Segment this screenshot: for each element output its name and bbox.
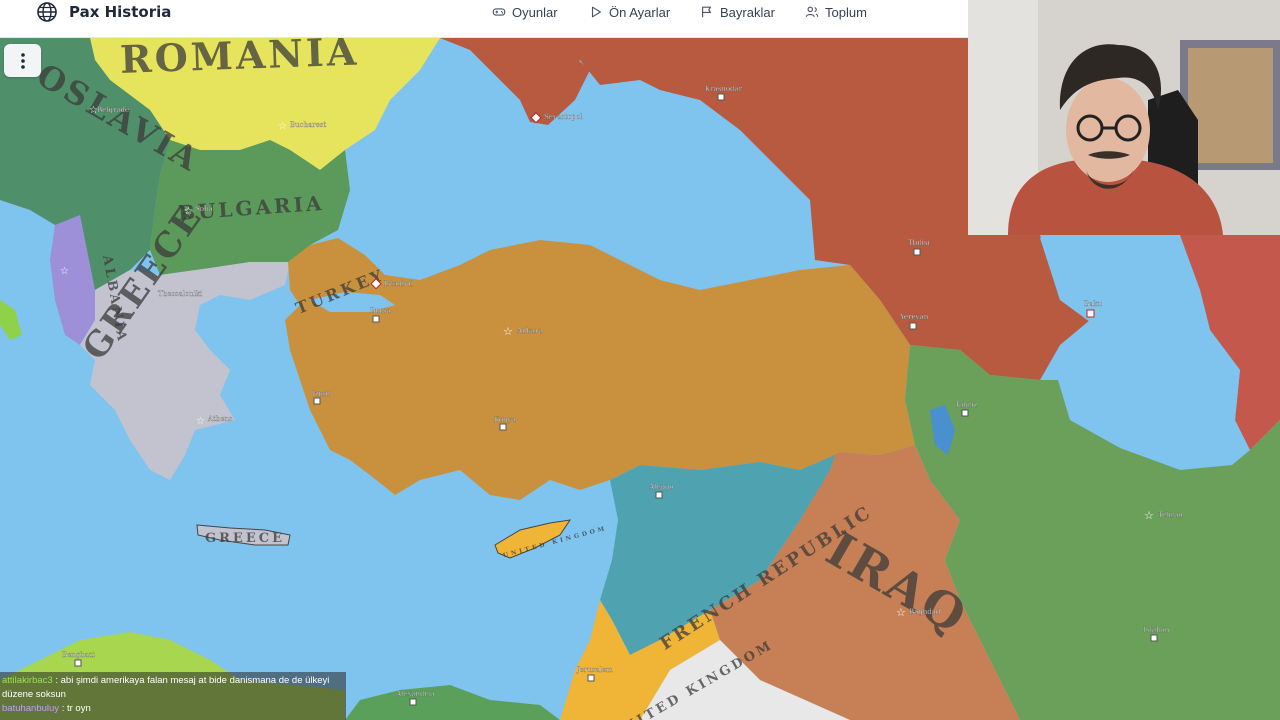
nav-presets-label: Ön Ayarlar xyxy=(609,4,671,20)
nav-flags-label: Bayraklar xyxy=(720,4,775,20)
label-jerusalem: Jerusalem xyxy=(576,666,613,674)
nav-games[interactable]: Oyunlar xyxy=(492,2,558,22)
label-belgrade: Belgrade xyxy=(97,106,129,114)
chat-username: batuhanbuluy xyxy=(2,703,60,714)
nav-games-label: Oyunlar xyxy=(512,4,558,20)
svg-text:☆: ☆ xyxy=(503,326,513,338)
gamepad-icon xyxy=(492,8,506,16)
label-baku: Baku xyxy=(1084,300,1103,308)
city-tirana[interactable]: ☆ xyxy=(60,266,69,277)
webcam-overlay xyxy=(968,0,1280,235)
label-sevastopol: Sevastopol xyxy=(544,113,583,121)
label-thessaloniki: Thessaloniki xyxy=(158,290,203,298)
webcam-feed xyxy=(968,0,1280,235)
label-bucharest: Bucharest xyxy=(290,121,326,129)
label-istanbul: Istanbul xyxy=(384,280,414,288)
nav-presets[interactable]: Ön Ayarlar xyxy=(589,2,670,22)
chat-message: attilakirbac3 : abi şimdi amerikaya fala… xyxy=(2,675,330,700)
brand[interactable]: Pax Historia xyxy=(37,0,171,24)
globe-icon xyxy=(37,2,57,22)
label-athens: Athens xyxy=(207,415,233,423)
nav-community[interactable]: Toplum xyxy=(805,2,867,22)
label-ankara: Ankara xyxy=(516,327,543,335)
label-konya: Konya xyxy=(494,416,516,424)
map-menu-button[interactable] xyxy=(4,44,41,77)
label-tbilisi: Tbilisi xyxy=(908,239,930,247)
users-icon xyxy=(805,6,819,17)
label-bursa: Bursa xyxy=(370,307,391,315)
city-thessaloniki[interactable]: Thessaloniki xyxy=(158,290,203,298)
app-title: Pax Historia xyxy=(69,3,172,21)
svg-text:☆: ☆ xyxy=(184,206,193,217)
chat-overlay: attilakirbac3 : abi şimdi amerikaya fala… xyxy=(0,672,346,720)
nav-community-label: Toplum xyxy=(825,4,867,20)
svg-text:☆: ☆ xyxy=(1144,510,1154,522)
chat-message: batuhanbuluy : tr oyn xyxy=(2,703,91,714)
label-baghdad: Baghdad xyxy=(909,608,941,616)
svg-text:☆: ☆ xyxy=(196,416,205,427)
svg-text:☆: ☆ xyxy=(60,266,69,277)
chat-username: attilakirbac3 xyxy=(2,675,53,686)
nav-flags[interactable]: Bayraklar xyxy=(700,2,775,22)
svg-text:☆: ☆ xyxy=(896,607,906,619)
label-sofia: Sofia xyxy=(195,205,213,213)
label-alexandria: Alexandria xyxy=(395,690,434,698)
city-istanbul[interactable]: Istanbul xyxy=(370,278,414,290)
label-yerevan: Yerevan xyxy=(899,313,929,321)
label-izmir: Izmir xyxy=(312,390,331,398)
label-greece-island: GREECE xyxy=(205,531,285,546)
label-krasnodar: Krasnodar xyxy=(705,85,743,93)
flag-icon xyxy=(702,6,712,18)
top-navigation-bar: Pax Historia Oyunlar Ön Ayarlar Bayrakla… xyxy=(0,0,968,38)
chat-text: tr oyn xyxy=(66,703,91,714)
label-benghazi: Benghazi xyxy=(62,651,96,659)
play-icon xyxy=(591,6,601,18)
label-aleppo: Aleppo xyxy=(648,483,674,491)
svg-text:☆: ☆ xyxy=(278,121,287,132)
label-tabriz: Tabriz xyxy=(955,401,977,409)
label-isfahan: Isfahan xyxy=(1143,626,1170,634)
more-vertical-icon xyxy=(20,52,25,69)
label-tehran: Tehran xyxy=(1158,511,1183,519)
